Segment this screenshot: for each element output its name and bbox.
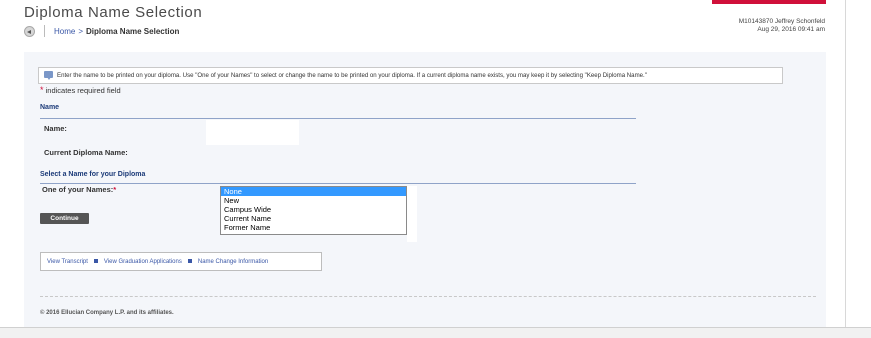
required-field-note: * indicates required field [40, 85, 121, 95]
info-message-text: Enter the name to be printed on your dip… [57, 72, 647, 79]
page: Diploma Name Selection Home > Diploma Name… [0, 0, 846, 338]
page-title: Diploma Name Selection [24, 4, 203, 21]
related-links: View Transcript View Graduation Applicati… [40, 252, 322, 271]
name-option[interactable]: Former Name [221, 223, 406, 232]
bullet-icon [187, 259, 192, 263]
info-message-icon [44, 71, 53, 80]
brand-strip [712, 0, 826, 4]
name-option[interactable]: Campus Wide [221, 205, 406, 214]
footer-divider [40, 296, 816, 297]
one-of-your-names-label: One of your Names:* [42, 185, 116, 194]
select-list-backdrop [407, 186, 417, 242]
user-info: M10143870 Jeffrey Schonfeld Aug 29, 2016… [739, 18, 825, 34]
view-transcript-link[interactable]: View Transcript [47, 259, 88, 265]
name-option[interactable]: None [221, 187, 406, 196]
select-section-divider [40, 183, 636, 184]
name-select-list[interactable]: None New Campus Wide Current Name Former Nam… [220, 186, 407, 235]
bullet-icon [93, 259, 98, 263]
main-content: Enter the name to be printed on your dip… [24, 52, 826, 327]
name-change-information-link[interactable]: Name Change Information [198, 259, 268, 265]
copyright: © 2016 Ellucian Company L.P. and its aff… [40, 310, 174, 316]
current-diploma-name-label: Current Diploma Name: [44, 148, 128, 157]
right-gutter [846, 0, 871, 338]
back-arrow-icon[interactable] [24, 26, 35, 37]
bottom-scrollbar[interactable] [0, 327, 871, 338]
name-label: Name: [44, 124, 67, 133]
breadcrumb: Home > Diploma Name Selection [54, 27, 179, 36]
continue-button[interactable]: Continue [40, 213, 89, 224]
session-datetime: Aug 29, 2016 09:41 am [757, 26, 825, 33]
name-value [206, 120, 299, 145]
user-id-name: M10143870 Jeffrey Schonfeld [738, 18, 825, 25]
breadcrumb-divider [44, 25, 45, 37]
required-field-text: indicates required field [45, 86, 121, 95]
name-option[interactable]: New [221, 196, 406, 205]
name-section-heading: Name [40, 104, 60, 111]
breadcrumb-separator: > [78, 27, 84, 36]
info-message: Enter the name to be printed on your dip… [38, 67, 783, 84]
required-star-icon: * [113, 185, 117, 194]
name-section-divider [40, 118, 636, 119]
breadcrumb-home-link[interactable]: Home [54, 27, 75, 36]
required-star-icon: * [40, 85, 44, 95]
name-option[interactable]: Current Name [221, 214, 406, 223]
select-section-heading: Select a Name for your Diploma [40, 171, 146, 178]
breadcrumb-current: Diploma Name Selection [86, 27, 180, 36]
view-graduation-applications-link[interactable]: View Graduation Applications [104, 259, 182, 265]
one-of-your-names-text: One of your Names: [42, 185, 114, 194]
